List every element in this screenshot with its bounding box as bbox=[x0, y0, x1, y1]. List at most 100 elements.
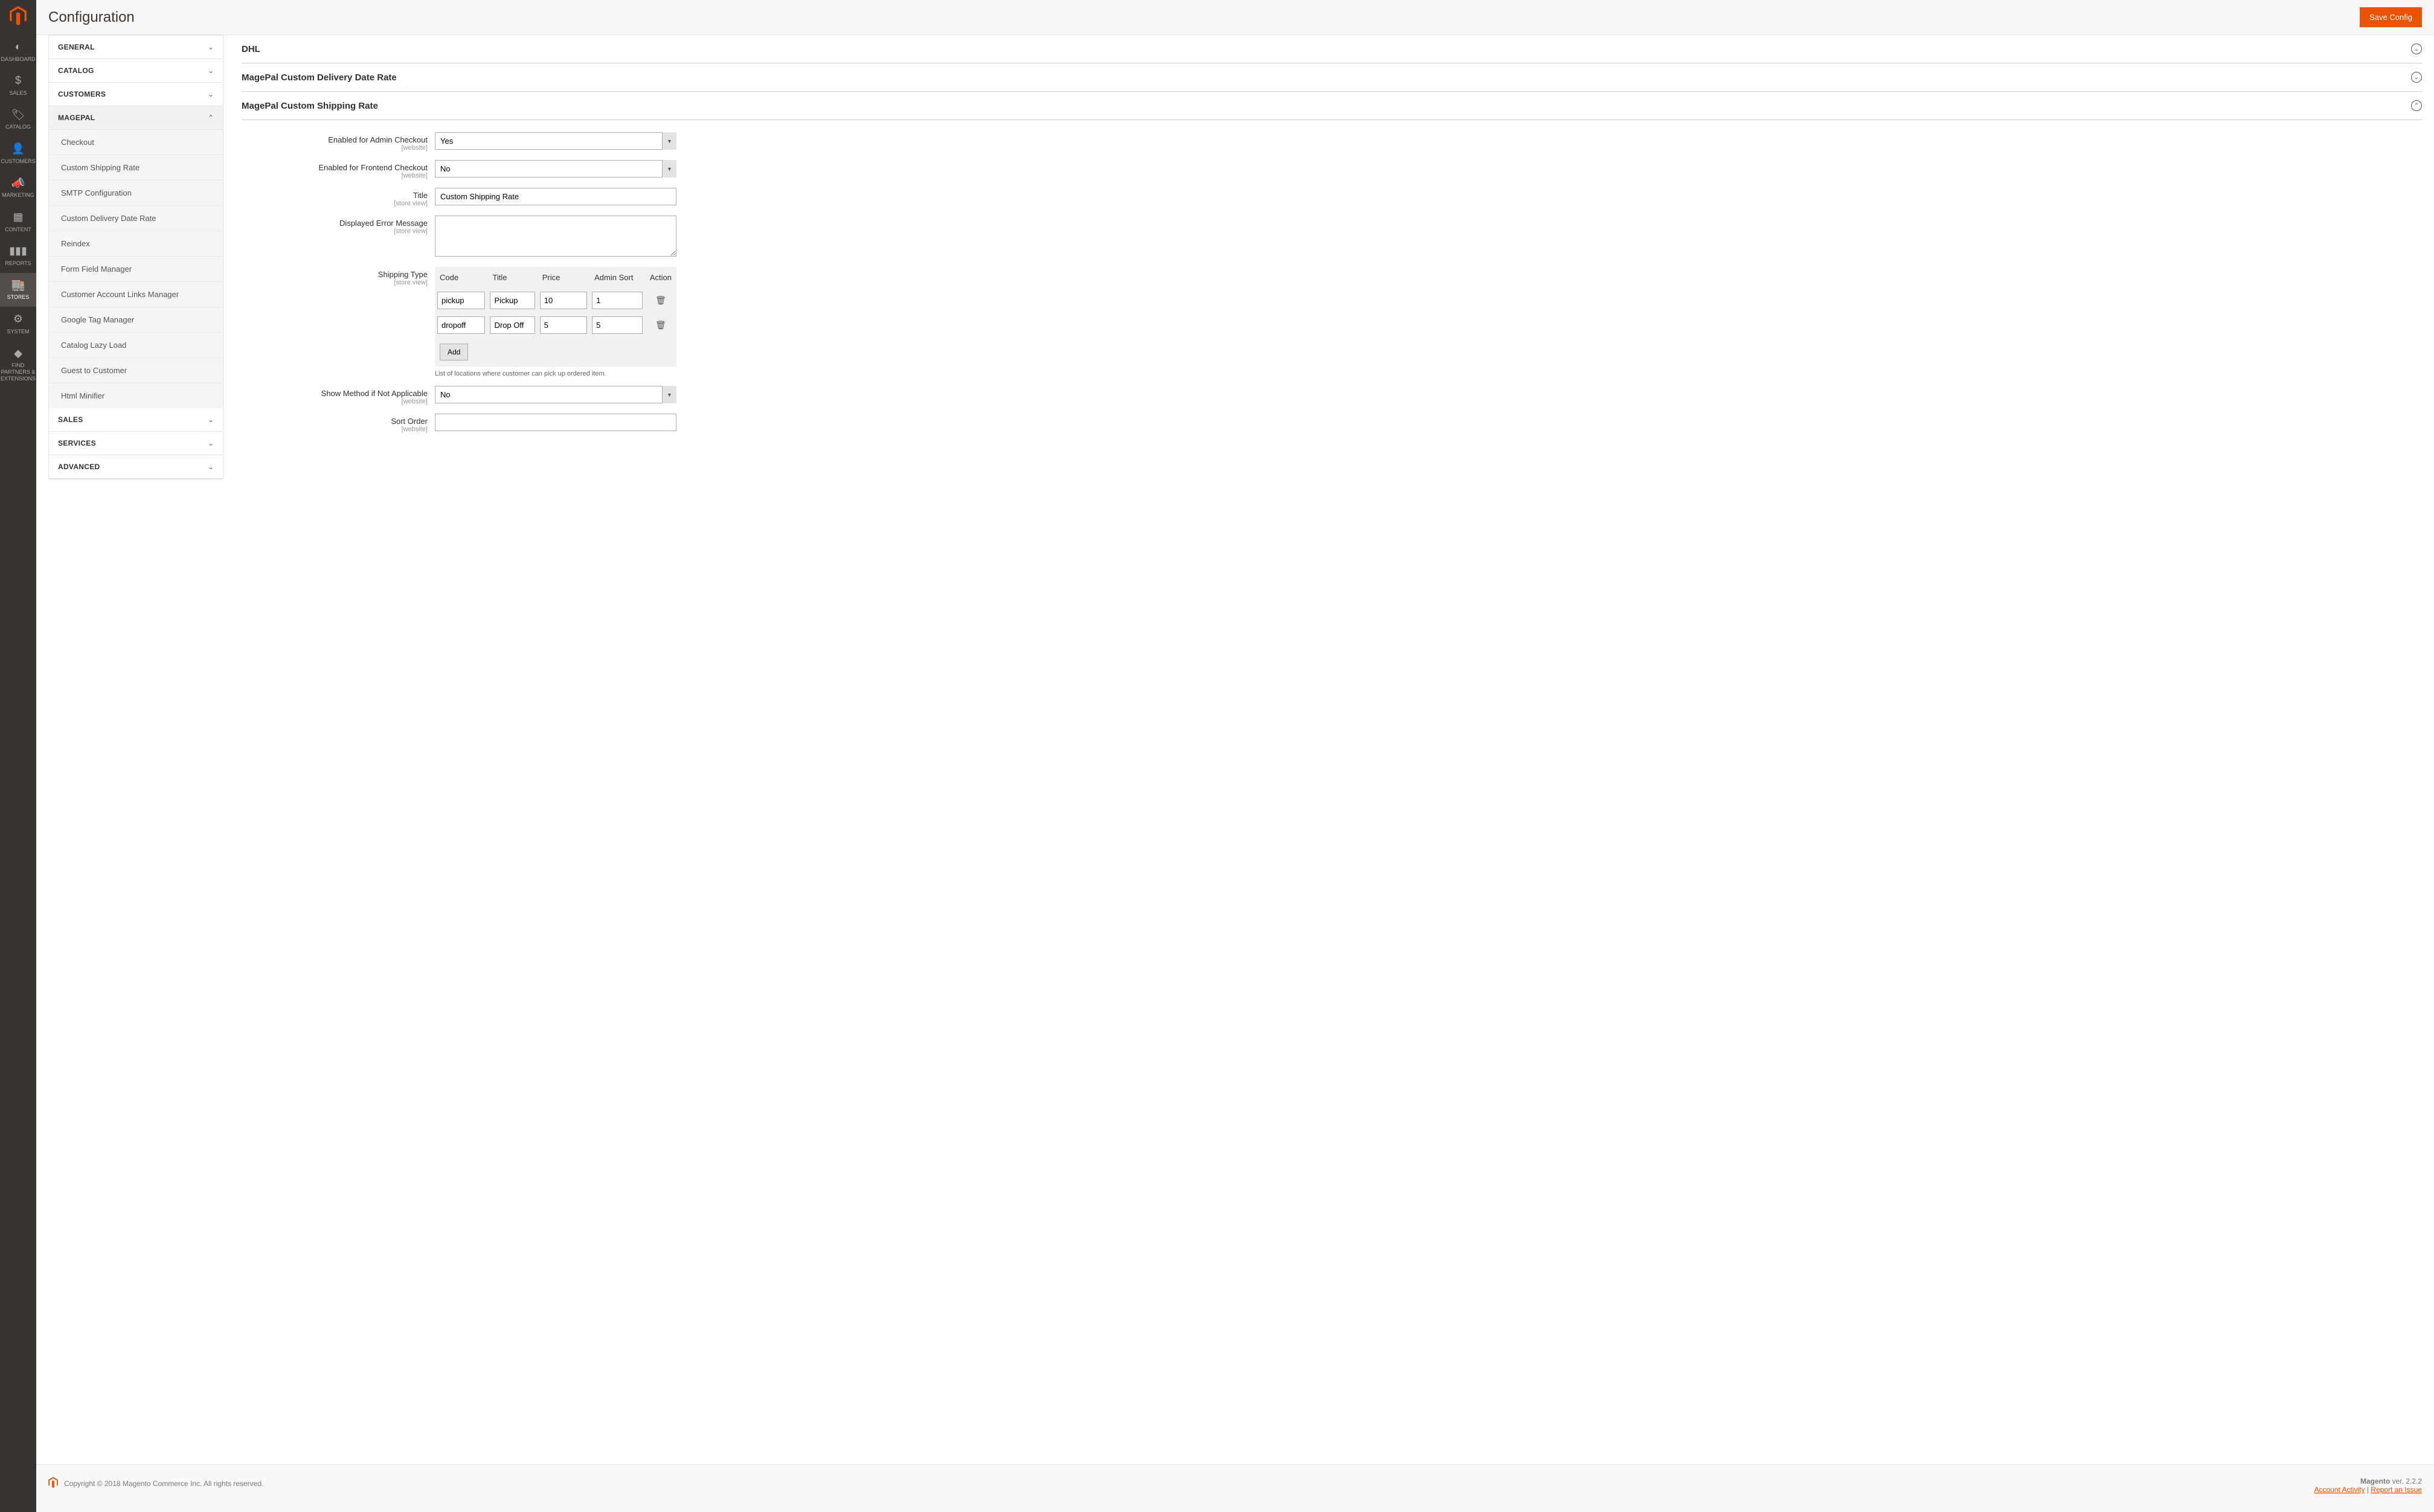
collapse-icon: ⌃ bbox=[2411, 100, 2422, 111]
section-shipping-rate[interactable]: MagePal Custom Shipping Rate ⌃ bbox=[242, 92, 2422, 120]
sort-input[interactable] bbox=[592, 316, 643, 334]
tab-label: CATALOG bbox=[58, 66, 94, 75]
subitem-catalog-lazy-load[interactable]: Catalog Lazy Load bbox=[49, 333, 223, 358]
col-code: Code bbox=[435, 267, 487, 288]
megaphone-icon: 📣 bbox=[11, 177, 25, 190]
shipping-row: 🗑 bbox=[435, 288, 676, 313]
config-content: DHL ⌄ MagePal Custom Delivery Date Rate … bbox=[223, 35, 2434, 1464]
chevron-up-icon: ⌃ bbox=[208, 114, 214, 122]
sort-order-input[interactable] bbox=[435, 414, 676, 431]
store-icon: 🏬 bbox=[11, 279, 25, 292]
magepal-subitems: Checkout Custom Shipping Rate SMTP Confi… bbox=[49, 130, 223, 408]
scope-label: [store view] bbox=[242, 200, 428, 207]
tab-sales[interactable]: SALES ⌄ bbox=[49, 408, 223, 432]
section-title: MagePal Custom Shipping Rate bbox=[242, 101, 378, 111]
product-name: Magento bbox=[2360, 1477, 2390, 1485]
subitem-reindex[interactable]: Reindex bbox=[49, 231, 223, 257]
code-input[interactable] bbox=[437, 316, 485, 334]
tab-services[interactable]: SERVICES⌄ bbox=[49, 432, 223, 455]
copyright-text: Copyright © 2018 Magento Commerce Inc. A… bbox=[64, 1479, 263, 1488]
scope-label: [website] bbox=[242, 172, 428, 179]
scope-label: [store view] bbox=[242, 228, 428, 235]
helper-text: List of locations where customer can pic… bbox=[435, 370, 676, 377]
nav-partners[interactable]: ◆ FIND PARTNERS & EXTENSIONS bbox=[0, 341, 36, 388]
config-sidebar: GENERAL⌄ CATALOG⌄ CUSTOMERS⌄ MAGEPAL⌃ Ch… bbox=[36, 35, 223, 1464]
scope-label: [website] bbox=[242, 426, 428, 433]
show-method-select[interactable]: No bbox=[435, 386, 676, 403]
tab-catalog[interactable]: CATALOG⌄ bbox=[49, 59, 223, 83]
tab-label: SALES bbox=[58, 415, 83, 424]
title-input[interactable] bbox=[490, 316, 535, 334]
section-title: MagePal Custom Delivery Date Rate bbox=[242, 72, 397, 83]
nav-stores[interactable]: 🏬 STORES bbox=[0, 273, 36, 307]
enabled-admin-select[interactable]: Yes bbox=[435, 132, 676, 150]
separator: | bbox=[2365, 1485, 2371, 1494]
nav-label: CUSTOMERS bbox=[1, 158, 35, 165]
subitem-smtp-configuration[interactable]: SMTP Configuration bbox=[49, 181, 223, 206]
magento-logo[interactable] bbox=[10, 6, 27, 27]
person-icon: 👤 bbox=[11, 143, 25, 156]
account-activity-link[interactable]: Account Activity bbox=[2314, 1485, 2365, 1494]
gear-icon: ⚙ bbox=[13, 313, 23, 326]
cube-icon: ◆ bbox=[14, 347, 22, 360]
subitem-custom-delivery-date-rate[interactable]: Custom Delivery Date Rate bbox=[49, 206, 223, 231]
scope-label: [website] bbox=[242, 144, 428, 152]
dollar-icon: $ bbox=[15, 74, 21, 88]
subitem-checkout[interactable]: Checkout bbox=[49, 130, 223, 155]
nav-label: STORES bbox=[7, 294, 30, 301]
section-title: DHL bbox=[242, 44, 260, 54]
admin-left-nav: ◐DASHBOARD $ SALES 🏷CATALOG 👤 CUSTOMERS 📣 M… bbox=[0, 0, 36, 1512]
label-shipping-type: Shipping Type bbox=[378, 270, 428, 279]
sort-input[interactable] bbox=[592, 292, 643, 309]
add-row-button[interactable]: Add bbox=[440, 344, 468, 360]
subitem-html-minifier[interactable]: Html Minifier bbox=[49, 383, 223, 408]
chevron-down-icon: ⌄ bbox=[208, 415, 214, 424]
nav-label: FIND PARTNERS & EXTENSIONS bbox=[1, 362, 36, 382]
subitem-guest-to-customer[interactable]: Guest to Customer bbox=[49, 358, 223, 383]
enabled-frontend-select[interactable]: No bbox=[435, 160, 676, 178]
tab-label: GENERAL bbox=[58, 43, 95, 51]
section-dhl[interactable]: DHL ⌄ bbox=[242, 35, 2422, 63]
label-sort-order: Sort Order bbox=[391, 417, 428, 426]
title-input[interactable] bbox=[490, 292, 535, 309]
subitem-custom-shipping-rate[interactable]: Custom Shipping Rate bbox=[49, 155, 223, 181]
col-sort: Admin Sort bbox=[589, 267, 645, 288]
nav-label: SALES bbox=[9, 90, 27, 97]
chevron-down-icon: ⌄ bbox=[208, 90, 214, 98]
tab-advanced[interactable]: ADVANCED⌄ bbox=[49, 455, 223, 479]
nav-label: MARKETING bbox=[2, 192, 34, 199]
price-input[interactable] bbox=[540, 292, 587, 309]
tab-general[interactable]: GENERAL⌄ bbox=[49, 36, 223, 59]
price-input[interactable] bbox=[540, 316, 587, 334]
save-config-button[interactable]: Save Config bbox=[2360, 7, 2422, 27]
error-message-textarea[interactable] bbox=[435, 216, 676, 257]
nav-catalog[interactable]: 🏷CATALOG bbox=[0, 103, 36, 136]
subitem-google-tag-manager[interactable]: Google Tag Manager bbox=[49, 307, 223, 333]
nav-system[interactable]: ⚙SYSTEM bbox=[0, 307, 36, 341]
nav-label: REPORTS bbox=[5, 260, 31, 267]
subitem-form-field-manager[interactable]: Form Field Manager bbox=[49, 257, 223, 282]
chevron-down-icon: ⌄ bbox=[208, 463, 214, 471]
report-issue-link[interactable]: Report an Issue bbox=[2371, 1485, 2422, 1494]
page-title: Configuration bbox=[48, 9, 135, 26]
title-input[interactable] bbox=[435, 188, 676, 205]
nav-dashboard[interactable]: ◐DASHBOARD bbox=[0, 34, 36, 68]
scope-label: [store view] bbox=[242, 279, 428, 286]
delete-row-icon[interactable]: 🗑 bbox=[655, 295, 666, 305]
tag-icon: 🏷 bbox=[11, 109, 25, 122]
delete-row-icon[interactable]: 🗑 bbox=[655, 320, 666, 330]
nav-content[interactable]: ▦CONTENT bbox=[0, 205, 36, 239]
nav-customers[interactable]: 👤 CUSTOMERS bbox=[0, 136, 36, 170]
subitem-customer-account-links-manager[interactable]: Customer Account Links Manager bbox=[49, 282, 223, 307]
label-show-method: Show Method if Not Applicable bbox=[321, 389, 428, 398]
tab-magepal[interactable]: MAGEPAL⌃ bbox=[49, 106, 223, 130]
nav-marketing[interactable]: 📣 MARKETING bbox=[0, 171, 36, 205]
col-action: Action bbox=[645, 267, 676, 288]
nav-reports[interactable]: ▮▮▮REPORTS bbox=[0, 239, 36, 272]
nav-sales[interactable]: $ SALES bbox=[0, 68, 36, 102]
section-delivery-date[interactable]: MagePal Custom Delivery Date Rate ⌄ bbox=[242, 63, 2422, 92]
version-text: ver. 2.2.2 bbox=[2390, 1477, 2422, 1485]
tab-customers[interactable]: CUSTOMERS⌄ bbox=[49, 83, 223, 106]
code-input[interactable] bbox=[437, 292, 485, 309]
label-enabled-admin: Enabled for Admin Checkout bbox=[328, 135, 428, 144]
